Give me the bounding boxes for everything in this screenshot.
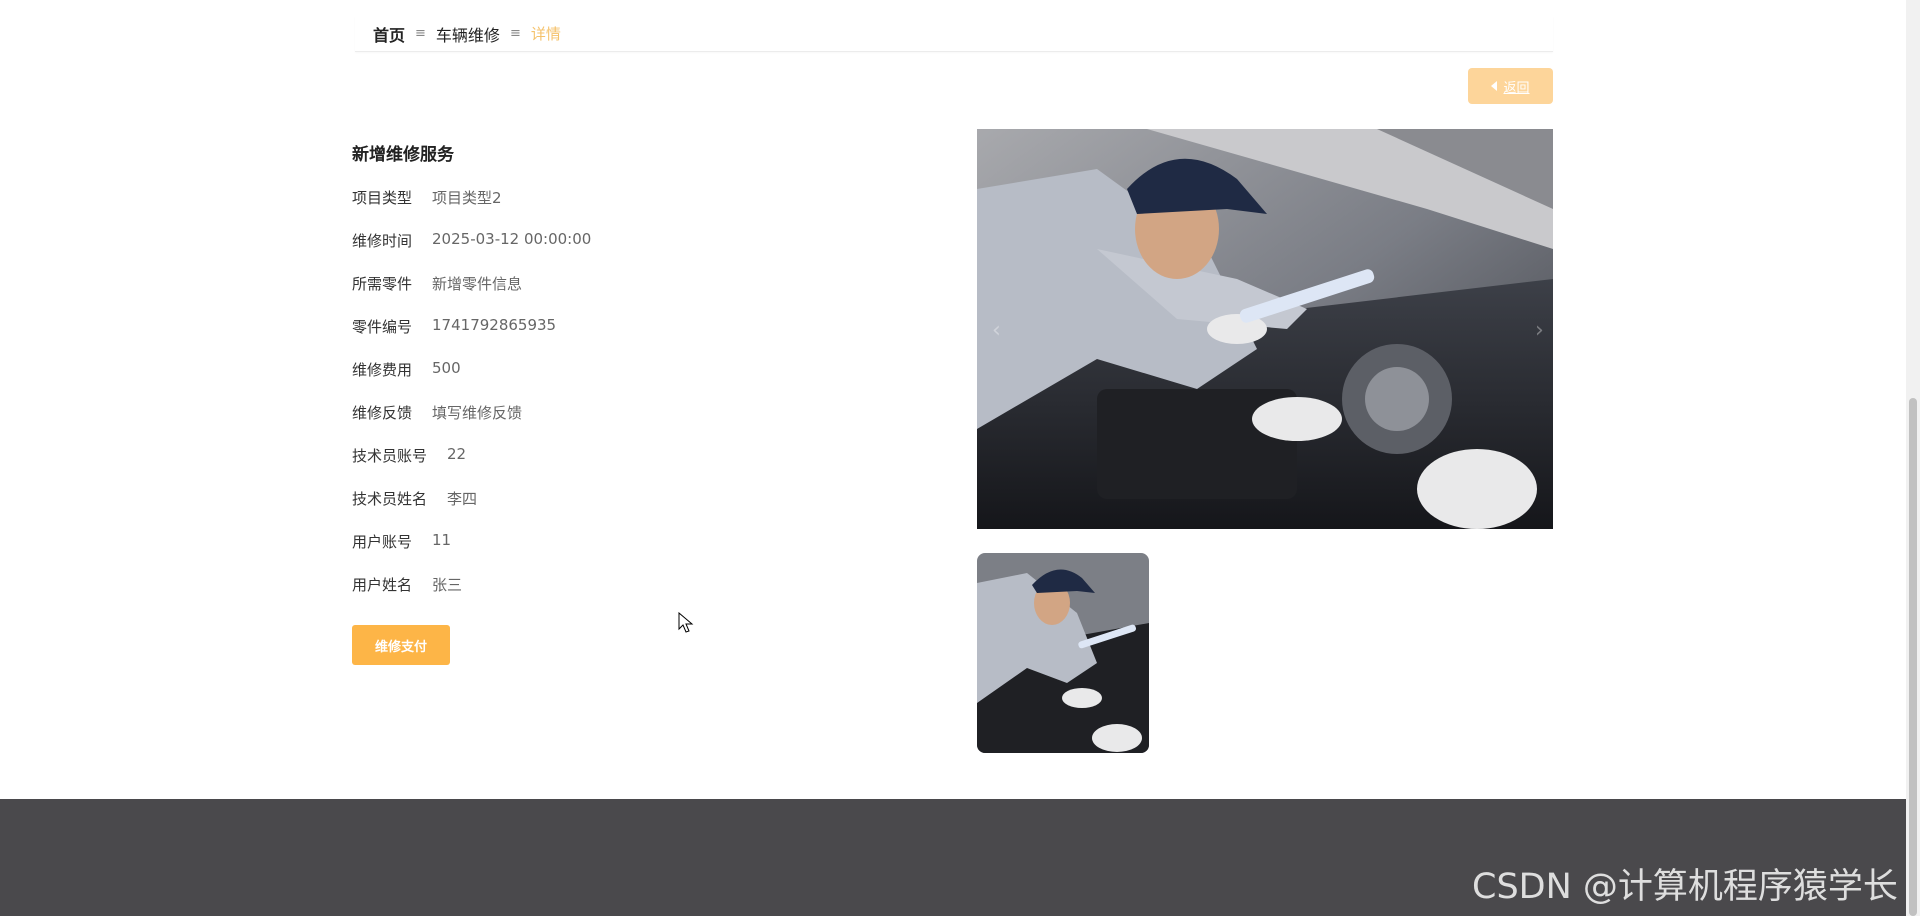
caret-left-icon [1491,81,1498,91]
breadcrumb-separator-icon: ≡ [509,26,521,41]
detail-label: 所需零件 [352,275,413,293]
detail-value: 22 [447,445,467,463]
detail-row: 项目类型 项目类型2 [352,187,912,230]
breadcrumb: 首页 ≡ 车辆维修 ≡ 详情 [355,16,1553,52]
detail-panel: 新增维修服务 项目类型 项目类型2 维修时间 2025-03-12 00:00:00 所… [352,136,912,665]
detail-value: 500 [432,359,461,377]
breadcrumb-current: 详情 [530,25,561,43]
detail-label: 项目类型 [352,189,413,207]
pay-button[interactable]: 维修支付 [352,625,450,665]
detail-value: 2025-03-12 00:00:00 [432,230,592,248]
mouse-cursor-icon [678,612,694,633]
detail-label: 技术员账号 [352,447,428,465]
detail-row: 技术员账号 22 [352,445,912,488]
chevron-left-icon[interactable]: ‹ [992,318,1001,343]
detail-value: 11 [432,531,452,549]
breadcrumb-home[interactable]: 首页 [373,22,405,46]
detail-value: 新增零件信息 [432,275,523,293]
detail-label: 维修时间 [352,232,413,250]
thumbnail-image[interactable] [977,553,1149,753]
detail-row: 零件编号 1741792865935 [352,316,912,359]
breadcrumb-section[interactable]: 车辆维修 [436,22,500,46]
detail-row: 维修费用 500 [352,359,912,402]
detail-label: 零件编号 [352,318,413,336]
back-button[interactable]: 返回 [1468,68,1553,104]
detail-label: 用户账号 [352,533,413,551]
main-product-image [977,129,1553,529]
detail-label: 维修费用 [352,361,413,379]
chevron-right-icon[interactable]: › [1535,318,1544,343]
breadcrumb-separator-icon: ≡ [415,26,426,41]
detail-label: 用户姓名 [352,576,413,594]
detail-row: 用户账号 11 [352,531,912,574]
detail-fields: 项目类型 项目类型2 维修时间 2025-03-12 00:00:00 所需零件 新增零件… [352,187,912,617]
watermark: CSDN @计算机程序猿学长 [1472,867,1898,907]
detail-value: 填写维修反馈 [432,404,523,422]
mechanic-photo [977,129,1553,529]
detail-row: 用户姓名 张三 [352,574,912,617]
detail-value: 项目类型2 [432,189,502,207]
scrollbar-thumb[interactable] [1909,398,1917,916]
detail-label: 技术员姓名 [352,490,428,508]
detail-row: 所需零件 新增零件信息 [352,273,912,316]
detail-title: 新增维修服务 [352,145,454,165]
back-button-label: 返回 [1503,80,1530,96]
detail-row: 技术员姓名 李四 [352,488,912,531]
mechanic-thumbnail [977,553,1149,753]
detail-label: 维修反馈 [352,404,413,422]
detail-value: 李四 [447,490,478,508]
page: 首页 ≡ 车辆维修 ≡ 详情 返回 新增维修服务 项目类型 项目类型2 维修时间 20… [0,0,1920,916]
detail-row: 维修反馈 填写维修反馈 [352,402,912,445]
detail-row: 维修时间 2025-03-12 00:00:00 [352,230,912,273]
detail-value: 张三 [432,576,463,594]
detail-value: 1741792865935 [432,316,557,334]
